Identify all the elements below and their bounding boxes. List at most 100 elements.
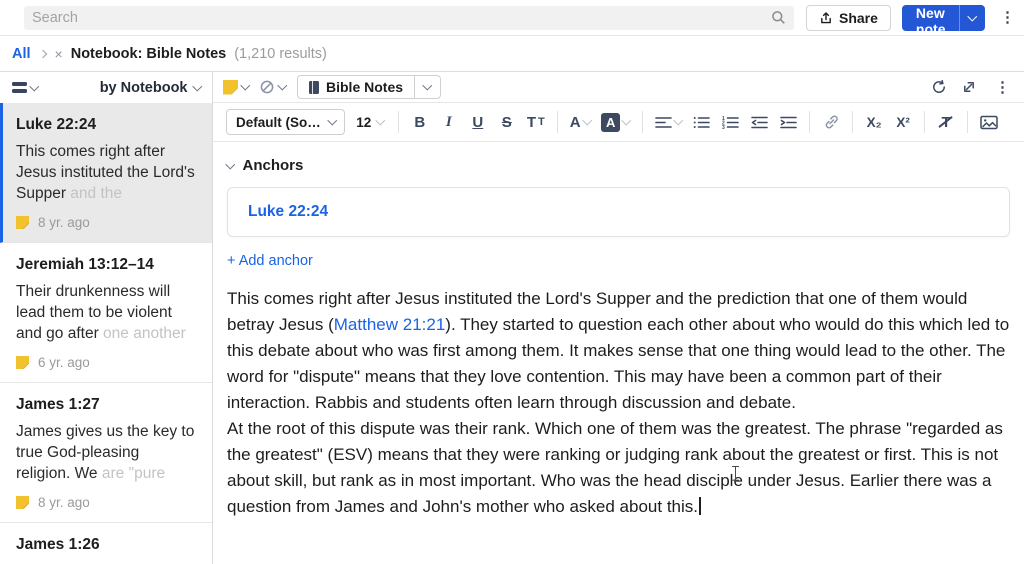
note-preview: Their drunkenness will lead them to be v…	[16, 283, 186, 342]
bullet-list-icon	[693, 116, 710, 128]
list-item-jeremiah-13-12-14[interactable]: Jeremiah 13:12–14 Their drunkenness will…	[0, 243, 212, 383]
superscript-button[interactable]: X²	[892, 110, 914, 134]
highlight-style-dropdown[interactable]	[259, 79, 287, 95]
add-anchor-link[interactable]: + Add anchor	[227, 253, 313, 269]
topbar-overflow-menu[interactable]: ⋮	[996, 8, 1019, 27]
list-view-dropdown[interactable]	[12, 81, 39, 93]
text-size-button[interactable]: TT	[525, 110, 547, 134]
share-label: Share	[839, 9, 878, 26]
numbered-list-button[interactable]: 1 2 3	[719, 110, 741, 134]
chevron-down-icon	[673, 115, 683, 126]
anchors-section-label: Anchors	[242, 157, 304, 174]
list-item-james-1-26[interactable]: James 1:26	[0, 523, 212, 564]
toolbar-divider	[924, 111, 926, 133]
toolbar-divider	[556, 111, 558, 133]
new-note-button[interactable]: New note	[901, 4, 960, 31]
list-density-icon	[12, 82, 27, 93]
clear-formatting-button[interactable]: T	[935, 110, 957, 134]
align-dropdown[interactable]	[653, 110, 684, 134]
new-note-label: New note	[915, 4, 946, 31]
indent-button[interactable]	[777, 110, 799, 134]
filter-bar: All × Notebook: Bible Notes (1,210 resul…	[0, 36, 1024, 72]
search-box[interactable]	[24, 5, 794, 30]
note-header: Bible Notes ⋮	[213, 72, 1024, 103]
expand-panel-icon[interactable]	[962, 80, 976, 94]
highlight-color-dropdown[interactable]: A	[599, 110, 632, 134]
chevron-down-icon	[225, 159, 235, 169]
new-note-dropdown-button[interactable]	[959, 4, 985, 31]
chevron-down-icon	[327, 115, 337, 126]
font-family-dropdown[interactable]: Default (So…	[226, 109, 346, 135]
share-button[interactable]: Share	[806, 4, 891, 31]
notebook-button[interactable]: Bible Notes	[298, 76, 414, 98]
notebook-label: Bible Notes	[326, 79, 404, 95]
chevron-down-icon	[240, 80, 250, 91]
toolbar-divider	[967, 111, 969, 133]
chevron-down-icon	[582, 115, 592, 126]
note-editor[interactable]: Anchors Luke 22:24 + Add anchor This com…	[213, 142, 1024, 564]
sync-icon[interactable]	[931, 79, 947, 95]
subscript-button[interactable]: X₂	[863, 110, 885, 134]
anchors-section-toggle[interactable]: Anchors	[225, 157, 1010, 174]
numbered-list-icon: 1 2 3	[722, 116, 739, 129]
link-button[interactable]	[820, 110, 842, 134]
notes-list: Luke 22:24 This comes right after Jesus …	[0, 103, 212, 564]
note-title: James 1:26	[16, 536, 100, 553]
anchor-reference-link[interactable]: Luke 22:24	[248, 203, 328, 221]
chevron-down-icon	[375, 115, 386, 126]
top-bar: Share New note ⋮	[0, 0, 1024, 36]
note-title: Jeremiah 13:12–14	[16, 256, 154, 273]
breadcrumb-chevron-icon	[38, 49, 47, 58]
toolbar-divider	[397, 111, 399, 133]
notes-sidebar: by Notebook Luke 22:24 This comes right …	[0, 72, 213, 564]
underline-button[interactable]: U	[467, 110, 489, 134]
toolbar-divider	[809, 111, 811, 133]
outdent-icon	[750, 116, 768, 128]
list-item-james-1-27[interactable]: James 1:27 James gives us the key to tru…	[0, 383, 212, 523]
sticky-note-icon	[223, 79, 238, 95]
chevron-down-icon	[422, 80, 432, 91]
paragraph-2: At the root of this dispute was their ra…	[227, 419, 1003, 516]
chevron-down-icon	[192, 81, 202, 91]
note-preview: This comes right after Jesus instituted …	[16, 143, 195, 202]
image-icon	[980, 115, 998, 129]
note-body-text[interactable]: This comes right after Jesus instituted …	[227, 286, 1010, 520]
insert-image-button[interactable]	[978, 110, 1000, 134]
font-size-dropdown[interactable]: 12	[352, 115, 388, 130]
sticky-note-icon	[16, 496, 29, 509]
bold-button[interactable]: B	[409, 110, 431, 134]
text-color-dropdown[interactable]: A	[568, 110, 592, 134]
note-style-dropdown[interactable]	[223, 79, 250, 95]
link-icon	[825, 115, 838, 129]
notebook-filter-chip[interactable]: Notebook: Bible Notes	[71, 46, 226, 62]
matthew-21-21-link[interactable]: Matthew 21:21	[334, 315, 446, 334]
filter-all-link[interactable]: All	[12, 46, 31, 62]
sort-by-dropdown[interactable]: by Notebook	[100, 80, 202, 96]
panel-overflow-menu[interactable]: ⋮	[991, 78, 1014, 97]
note-panel: Bible Notes ⋮ Default (So… 12 B I U S T …	[213, 72, 1024, 564]
no-style-icon	[259, 79, 275, 95]
note-preview: James gives us the key to true God-pleas…	[16, 423, 195, 482]
search-input[interactable]	[32, 9, 771, 26]
toolbar-divider	[641, 111, 643, 133]
strikethrough-button[interactable]: S	[496, 110, 518, 134]
sidebar-header: by Notebook	[0, 72, 212, 103]
anchor-card: Luke 22:24	[227, 187, 1010, 237]
share-icon	[819, 11, 833, 25]
chevron-down-icon	[277, 80, 287, 91]
search-icon[interactable]	[771, 10, 786, 25]
note-age: 8 yr. ago	[38, 495, 90, 510]
note-title: James 1:27	[16, 396, 100, 413]
outdent-button[interactable]	[748, 110, 770, 134]
bullet-list-button[interactable]	[690, 110, 712, 134]
notebook-dropdown-button[interactable]	[414, 76, 440, 98]
list-item-luke-22-24[interactable]: Luke 22:24 This comes right after Jesus …	[0, 103, 212, 243]
remove-filter-icon[interactable]: ×	[55, 46, 63, 62]
font-size-value: 12	[356, 114, 372, 130]
note-age: 6 yr. ago	[38, 355, 90, 370]
italic-button[interactable]: I	[438, 110, 460, 134]
results-count: (1,210 results)	[234, 45, 327, 62]
sticky-note-icon	[16, 216, 29, 229]
align-left-icon	[654, 116, 672, 128]
highlight-icon: A	[601, 112, 621, 132]
